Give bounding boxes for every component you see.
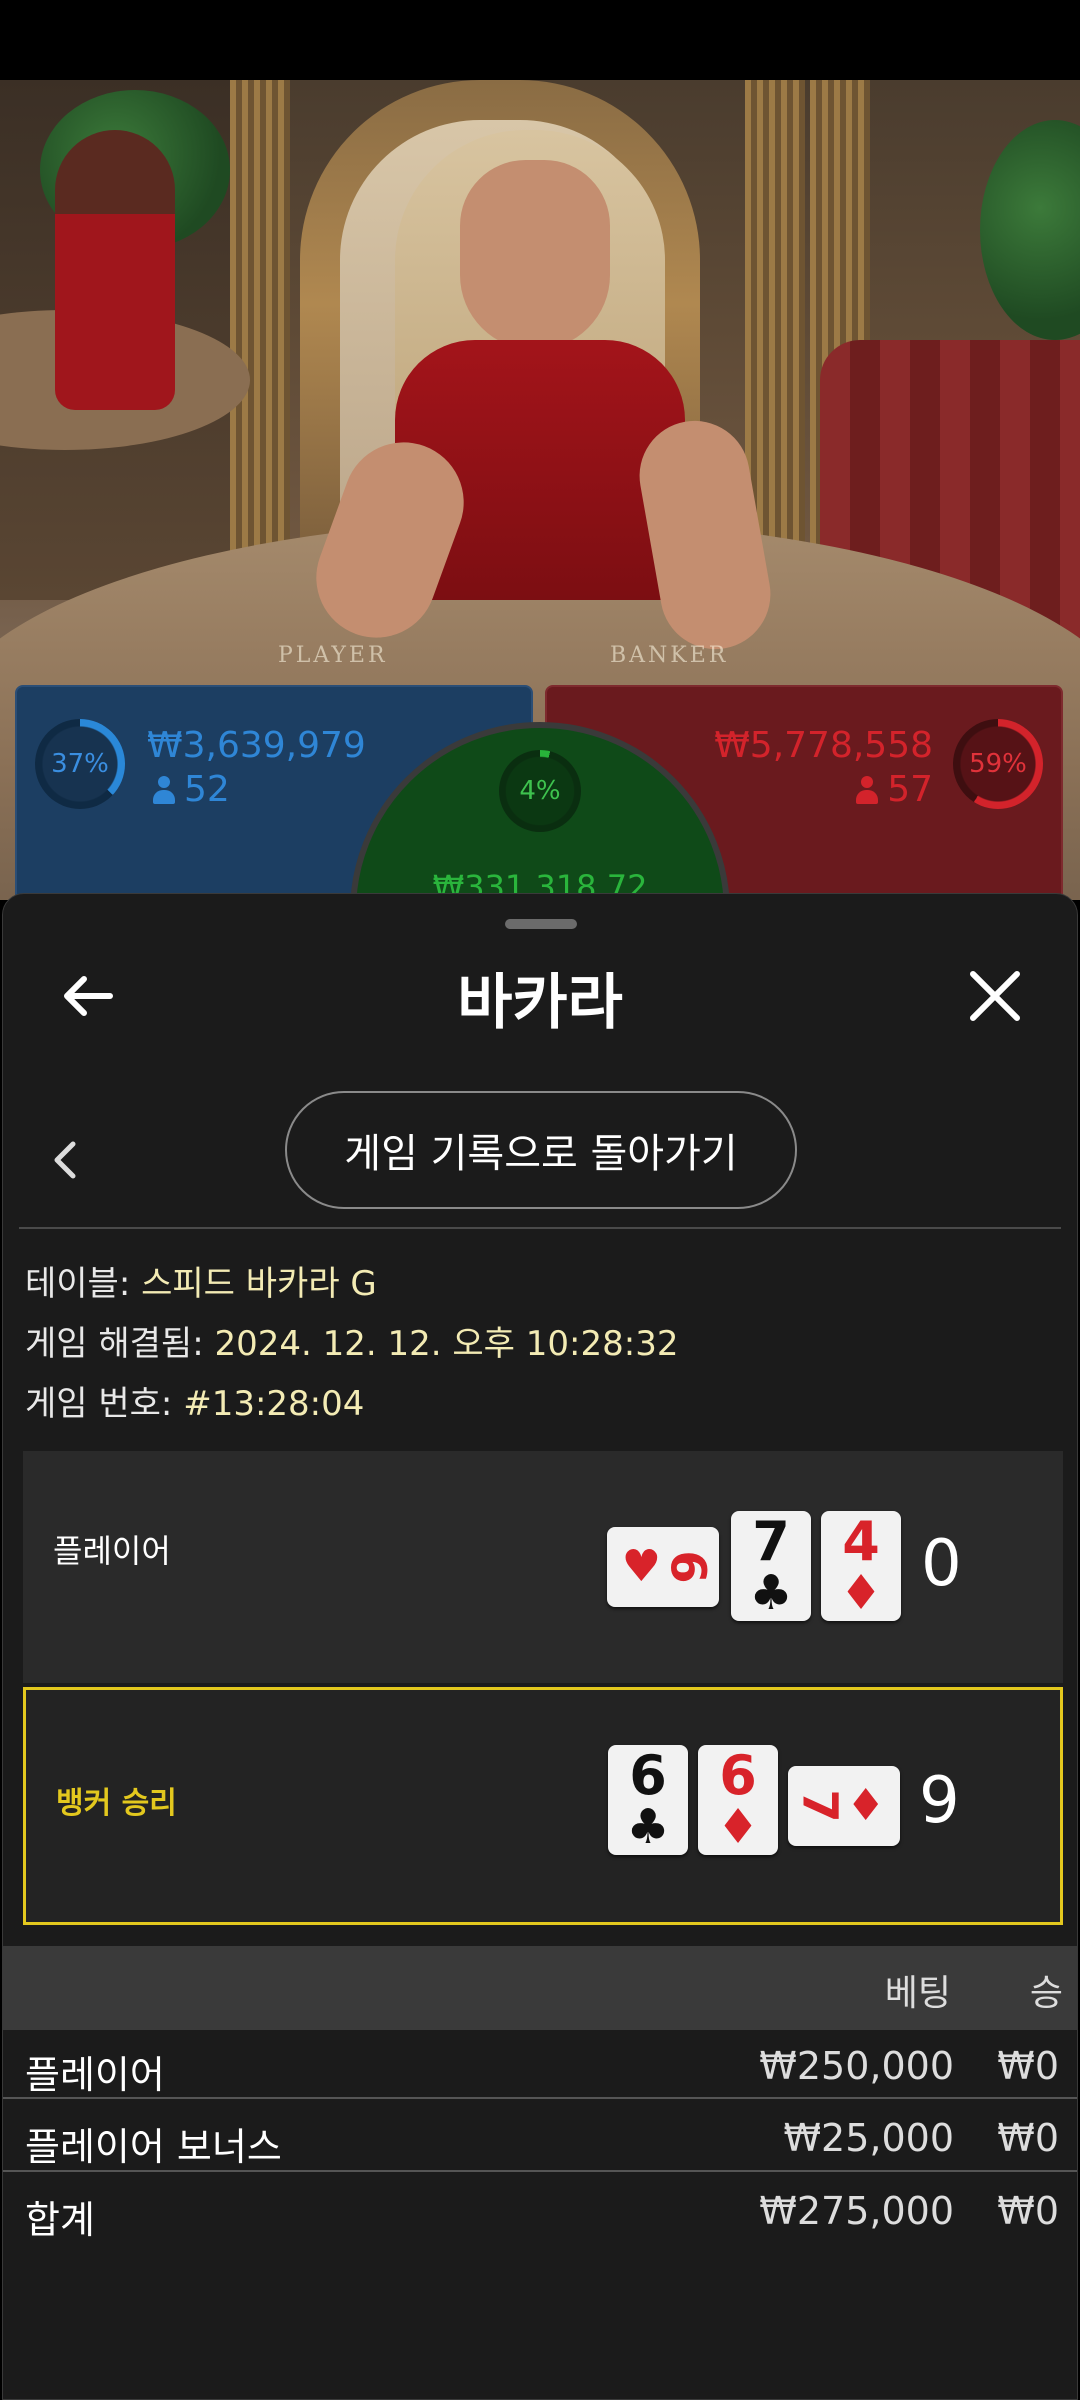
win-amount: ₩0 [997,2044,1059,2088]
playing-card: 7 ♣ [731,1511,811,1621]
back-to-history-button[interactable]: 게임 기록으로 돌아가기 [285,1091,797,1209]
game-number-value: #13:28:04 [183,1384,365,1424]
bet-total-row: 합계 ₩275,000 ₩0 [3,2177,1077,2249]
chevron-left-icon [54,1141,76,1179]
close-icon [970,971,1020,1021]
card-rank: 7 [791,1789,848,1823]
divider [19,1227,1061,1229]
tie-percent: 4% [519,776,561,806]
player-total-amount: ₩3,639,979 [147,725,366,766]
playing-card: 6 ♣ [608,1745,688,1855]
banker-total-amount: ₩5,778,558 [714,725,933,766]
person-icon [855,775,879,804]
table-info: 테이블: 스피드 바카라 G [25,1256,377,1305]
bet-column-header: 베팅 [884,1973,951,2014]
playing-card: ♥ 6 [607,1527,719,1607]
bet-amount: ₩250,000 [759,2044,954,2088]
banker-bettor-count: 57 [855,769,933,810]
card-rank: 7 [752,1510,790,1573]
bet-name: 플레이어 [25,2053,165,2097]
playing-card: 6 ♦ [698,1745,778,1855]
background-plant [980,120,1080,340]
row-divider [3,2170,1077,2172]
playing-card: 7 ♦ [788,1766,900,1846]
bet-row: 플레이어 보너스 ₩25,000 ₩0 [3,2104,1077,2176]
resolved-value: 2024. 12. 12. 오후 10:28:32 [214,1324,679,1364]
card-suit: ♥ [621,1541,662,1592]
bet-amount: ₩25,000 [783,2116,954,2160]
row-divider [3,2097,1077,2099]
game-number-info: 게임 번호: #13:28:04 [25,1376,364,1425]
player-hand-label: 플레이어 [53,1532,171,1570]
win-amount: ₩0 [997,2116,1059,2160]
win-column-header: 승 [1029,1973,1063,2014]
bet-row: 플레이어 ₩250,000 ₩0 [3,2032,1077,2104]
card-suit: ♦ [845,1780,886,1831]
player-percent-ring: 37% [35,719,125,809]
table-label: 테이블: [25,1264,131,1304]
card-rank: 6 [629,1744,667,1807]
total-win-amount: ₩0 [997,2189,1059,2233]
player-bettor-count: 52 [152,769,230,810]
card-suit: ♦ [839,1565,883,1621]
card-rank: 4 [842,1510,880,1573]
background-dealer [55,130,175,410]
player-hand-row: 플레이어 ♥ 6 7 ♣ 4 ♦ 0 [23,1451,1063,1683]
close-button[interactable] [963,964,1027,1028]
dealer-face [460,160,610,350]
resolved-info: 게임 해결됨: 2024. 12. 12. 오후 10:28:32 [25,1316,678,1365]
banker-count-value: 57 [887,769,933,810]
banker-hand-row: 뱅커 승리 6 ♣ 6 ♦ 7 ♦ 9 [23,1687,1063,1925]
game-history-sheet: 바카라 게임 기록으로 돌아가기 테이블: 스피드 바카라 G 게임 해결됨: … [2,893,1078,2400]
banker-score: 9 [919,1764,960,1838]
game-number-label: 게임 번호: [25,1384,173,1424]
table-value: 스피드 바카라 G [141,1264,377,1304]
resolved-label: 게임 해결됨: [25,1324,204,1364]
card-rank: 6 [659,1550,716,1584]
card-suit: ♦ [716,1799,760,1855]
person-icon [152,775,176,804]
tie-percent-ring: 4% [499,750,581,832]
banker-win-label: 뱅커 승리 [56,1786,177,1821]
card-suit: ♣ [626,1799,670,1855]
banker-percent-ring: 59% [953,719,1043,809]
sheet-title: 바카라 [457,968,623,1038]
player-percent: 37% [51,749,109,779]
player-count-value: 52 [184,769,230,810]
table-print-banker: BANKER [610,643,729,668]
table-print-player: PLAYER [278,643,388,668]
card-rank: 6 [719,1744,757,1807]
card-suit: ♣ [749,1565,793,1621]
previous-button[interactable] [45,1130,85,1190]
bet-name: 플레이어 보너스 [25,2125,282,2169]
sheet-drag-handle[interactable] [505,919,577,929]
bets-table-header: 베팅 승 [3,1946,1077,2030]
playing-card: 4 ♦ [821,1511,901,1621]
total-bet-amount: ₩275,000 [759,2189,954,2233]
total-label: 합계 [25,2198,95,2242]
banker-percent: 59% [969,749,1027,779]
status-bar [0,0,1080,80]
player-score: 0 [921,1527,962,1601]
